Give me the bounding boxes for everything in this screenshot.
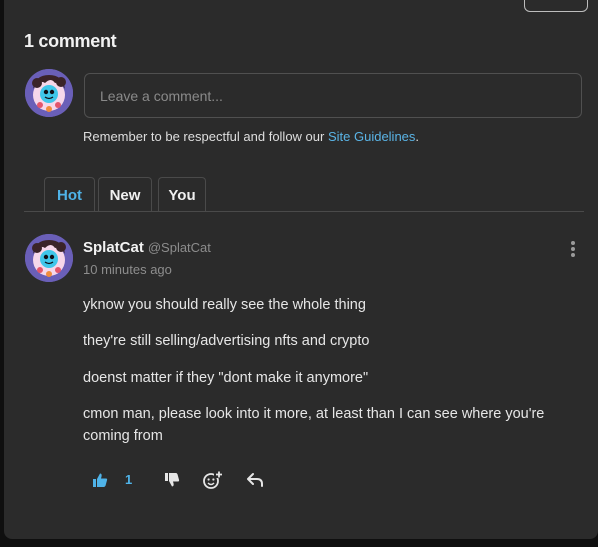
reply-icon [247, 473, 263, 487]
tab-hot[interactable]: Hot [44, 177, 95, 212]
downvote-button[interactable] [164, 469, 180, 491]
author-handle: @SplatCat [147, 240, 211, 255]
comment-author-avatar[interactable] [25, 234, 73, 282]
thumbs-up-icon [93, 473, 108, 487]
more-options-icon[interactable] [567, 240, 579, 258]
tabs-divider [24, 211, 584, 212]
add-reaction-icon [203, 471, 224, 489]
reply-button[interactable] [246, 469, 264, 491]
guidelines-text: Remember to be respectful and follow our [83, 129, 328, 144]
upvote-count: 1 [125, 472, 133, 487]
comment-paragraph: yknow you should really see the whole th… [83, 297, 366, 313]
tab-new[interactable]: New [98, 177, 152, 212]
top-button[interactable] [524, 0, 588, 12]
comment-author: SplatCat @SplatCat [83, 239, 211, 256]
comment-paragraph: doenst matter if they "dont make it anym… [83, 370, 369, 386]
author-name[interactable]: SplatCat [83, 239, 144, 256]
comments-panel: 1 comment Remember to be respectful and … [4, 0, 598, 539]
tab-you[interactable]: You [158, 177, 206, 212]
comment-paragraph: they're still selling/advertising nfts a… [83, 333, 370, 349]
guidelines-note: Remember to be respectful and follow our… [83, 129, 419, 144]
comment-count-heading: 1 comment [24, 31, 117, 51]
upvote-button[interactable] [92, 469, 108, 491]
thumbs-down-icon [165, 473, 180, 487]
current-user-avatar [25, 69, 73, 117]
guidelines-suffix: . [415, 129, 420, 144]
site-guidelines-link[interactable]: Site Guidelines [328, 129, 415, 144]
comment-timestamp: 10 minutes ago [83, 262, 172, 277]
comment-input[interactable] [84, 73, 582, 118]
comment-paragraph: cmon man, please look into it more, at l… [83, 406, 545, 444]
add-reaction-button[interactable] [202, 469, 224, 491]
